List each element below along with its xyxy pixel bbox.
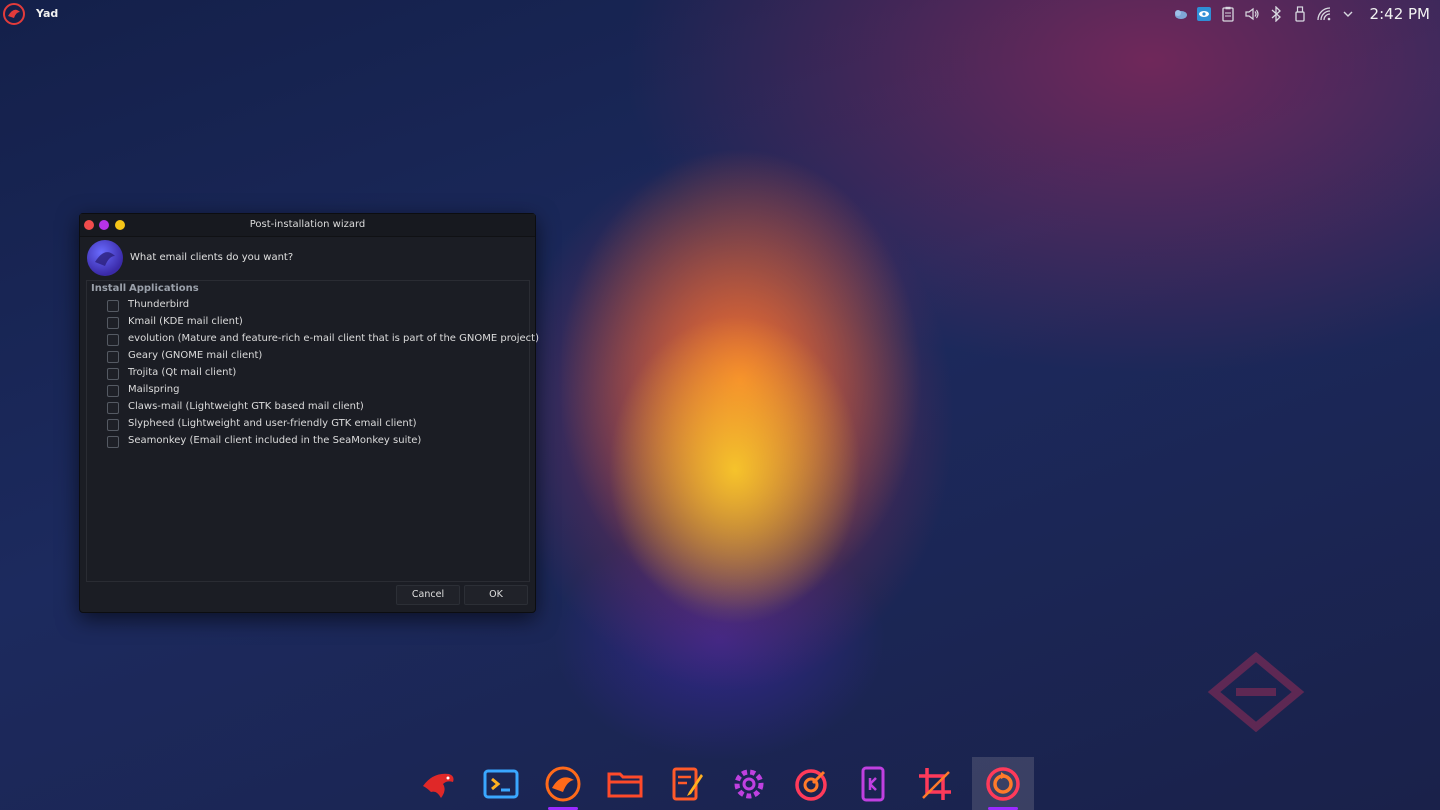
list-item[interactable]: Geary (GNOME mail client) — [87, 348, 527, 365]
window-titlebar[interactable]: Post-installation wizard — [80, 214, 535, 237]
garuda-assistant-icon — [545, 766, 581, 801]
wallpaper-logo — [1206, 651, 1306, 733]
list-item-label: Thunderbird — [128, 299, 190, 310]
dialog-question: What email clients do you want? — [130, 252, 294, 263]
install-checkbox[interactable] — [107, 385, 119, 397]
dialog-header: What email clients do you want? — [80, 237, 535, 279]
dock-item-screenshot[interactable] — [904, 757, 966, 810]
weather-icon[interactable] — [1172, 6, 1188, 22]
text-editor-icon — [672, 767, 703, 800]
install-checkbox[interactable] — [107, 351, 119, 363]
list-item-label: Trojita (Qt mail client) — [128, 367, 237, 378]
dock-item-garuda-assistant[interactable] — [532, 757, 594, 810]
install-checkbox[interactable] — [107, 334, 119, 346]
list-item[interactable]: Slypheed (Lightweight and user-friendly … — [87, 416, 527, 433]
list-item[interactable]: evolution (Mature and feature-rich e-mai… — [87, 331, 539, 348]
garuda-boot-options-icon — [986, 766, 1020, 801]
install-checkbox[interactable] — [107, 300, 119, 312]
list-item-label: Mailspring — [128, 384, 180, 395]
bluetooth-icon[interactable] — [1268, 6, 1284, 22]
install-checkbox[interactable] — [107, 368, 119, 380]
install-checkbox[interactable] — [107, 419, 119, 431]
window-title: Post-installation wizard — [249, 219, 366, 230]
dock-item-kde-connect[interactable] — [842, 757, 904, 810]
list-item[interactable]: Kmail (KDE mail client) — [87, 314, 527, 331]
terminal-icon — [483, 769, 519, 798]
list-item[interactable]: Claws-mail (Lightweight GTK based mail c… — [87, 399, 527, 416]
email-client-list: Install Applications Thunderbird Kmail (… — [86, 280, 539, 582]
wifi-icon[interactable] — [1316, 6, 1332, 22]
kde-connect-icon — [861, 766, 885, 801]
dock-item-files[interactable] — [594, 757, 656, 810]
dock-item-boot-options[interactable] — [972, 757, 1034, 810]
column-header-install[interactable]: Install — [91, 283, 126, 294]
install-checkbox[interactable] — [107, 402, 119, 414]
volume-icon[interactable] — [1244, 6, 1260, 22]
ok-button[interactable]: OK — [464, 585, 528, 605]
dock-item-text-editor[interactable] — [656, 757, 718, 810]
list-item-label: Claws-mail (Lightweight GTK based mail c… — [128, 401, 364, 412]
install-checkbox[interactable] — [107, 436, 119, 448]
dock-item-system-monitor[interactable] — [780, 757, 842, 810]
screen-share-icon[interactable] — [1196, 6, 1212, 22]
list-item-label: evolution (Mature and feature-rich e-mai… — [128, 333, 539, 344]
list-item-label: Seamonkey (Email client included in the … — [128, 435, 422, 446]
active-app-name: Yad — [36, 7, 59, 20]
list-item[interactable]: Mailspring — [87, 382, 527, 399]
system-monitor-icon — [795, 768, 827, 801]
top-panel: Yad 2:42 PM — [0, 0, 1440, 28]
list-item-label: Geary (GNOME mail client) — [128, 350, 263, 361]
system-tray: 2:42 PM — [1172, 4, 1430, 24]
screenshot-crop-icon — [919, 767, 951, 800]
file-manager-icon — [607, 772, 643, 797]
dock — [408, 757, 1038, 810]
list-item-label: Kmail (KDE mail client) — [128, 316, 243, 327]
clipboard-icon[interactable] — [1220, 6, 1236, 22]
cancel-button[interactable]: Cancel — [396, 585, 460, 605]
list-item[interactable]: Trojita (Qt mail client) — [87, 365, 527, 382]
settings-icon — [734, 769, 764, 798]
dock-item-terminal[interactable] — [470, 757, 532, 810]
dock-item-settings[interactable] — [718, 757, 780, 810]
list-item[interactable]: Thunderbird — [87, 297, 527, 314]
dock-item-garuda[interactable] — [408, 757, 470, 810]
column-header-applications[interactable]: Applications — [129, 283, 199, 294]
list-item-label: Slypheed (Lightweight and user-friendly … — [128, 418, 417, 429]
garuda-menu-icon[interactable] — [2, 2, 26, 26]
post-installation-wizard-window: Post-installation wizard What email clie… — [79, 213, 539, 613]
tray-expand-icon[interactable] — [1340, 6, 1356, 22]
list-item[interactable]: Seamonkey (Email client included in the … — [87, 433, 527, 450]
garuda-eagle-icon — [423, 773, 454, 798]
install-checkbox[interactable] — [107, 317, 119, 329]
usb-icon[interactable] — [1292, 6, 1308, 22]
garuda-logo-icon — [87, 240, 123, 276]
clock[interactable]: 2:42 PM — [1370, 5, 1430, 23]
